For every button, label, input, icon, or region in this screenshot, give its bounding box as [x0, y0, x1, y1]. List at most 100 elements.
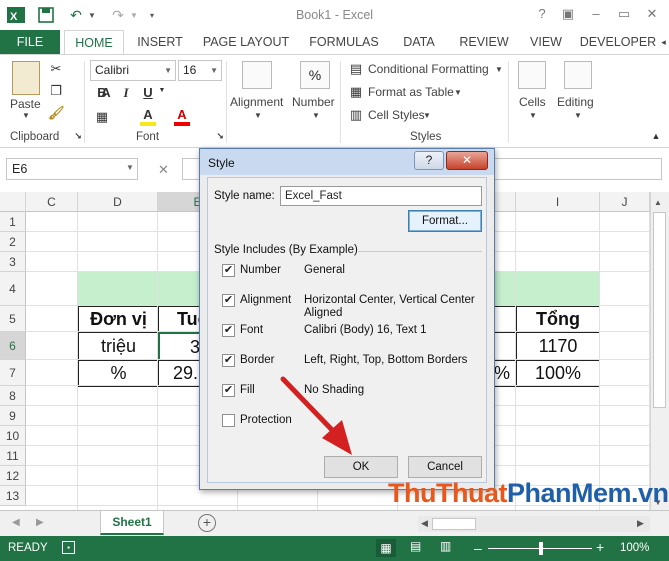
format-button[interactable]: Format...	[408, 210, 482, 232]
checkbox-label-number[interactable]: Number	[240, 264, 281, 276]
minimize-button[interactable]: –	[584, 4, 608, 24]
ribbon-scroll-icon[interactable]: ◂	[658, 30, 669, 54]
tab-home[interactable]: HOME	[64, 30, 124, 55]
checkbox-font[interactable]: ✔	[222, 324, 235, 337]
checkbox-number[interactable]: ✔	[222, 264, 235, 277]
paste-button[interactable]: Paste	[10, 97, 41, 111]
checkbox-label-border[interactable]: Border	[240, 354, 275, 366]
name-box[interactable]: E6	[6, 158, 138, 180]
checkbox-protection[interactable]	[222, 414, 235, 427]
cell-d7[interactable]: %	[78, 360, 159, 387]
formula-cancel-icon[interactable]: ✕	[158, 162, 169, 178]
name-box-dropdown-icon[interactable]: ▼	[126, 163, 134, 172]
cells-button[interactable]: Cells	[519, 95, 546, 109]
zoom-out-button[interactable]: –	[474, 540, 482, 556]
row-header-3[interactable]: 3	[0, 252, 26, 272]
font-color-button[interactable]: A	[174, 107, 190, 126]
row-header-1[interactable]: 1	[0, 212, 26, 232]
cell-i5[interactable]: Tổng	[516, 306, 600, 333]
select-all-corner[interactable]	[0, 192, 26, 212]
conditional-formatting-button[interactable]: Conditional Formatting	[368, 62, 489, 76]
tab-page-layout[interactable]: PAGE LAYOUT	[198, 30, 294, 54]
paste-icon[interactable]	[12, 61, 40, 95]
cancel-button[interactable]: Cancel	[408, 456, 482, 478]
horizontal-scroll-thumb[interactable]	[432, 518, 476, 530]
cell-d6[interactable]: triệu	[78, 332, 159, 361]
editing-dropdown-icon[interactable]: ▼	[574, 111, 582, 120]
tab-view[interactable]: VIEW	[524, 30, 568, 54]
number-dropdown-icon[interactable]: ▼	[312, 111, 320, 120]
bold-icon[interactable]: B	[94, 85, 110, 100]
vertical-scroll-thumb[interactable]	[653, 212, 666, 408]
row-header-5[interactable]: 5	[0, 306, 26, 332]
dialog-close-button[interactable]: ✕	[446, 151, 488, 170]
number-button[interactable]: Number	[292, 95, 335, 109]
font-name-dropdown-icon[interactable]: ▼	[164, 61, 172, 80]
row-header-4[interactable]: 4	[0, 272, 26, 306]
macro-record-icon[interactable]: ▪	[62, 541, 75, 554]
cell-e5[interactable]: Tuổ	[158, 306, 209, 333]
row-header-8[interactable]: 8	[0, 386, 26, 406]
row-header-9[interactable]: 9	[0, 406, 26, 426]
row-header-13[interactable]: 13	[0, 486, 26, 506]
number-icon[interactable]: %	[300, 61, 330, 89]
checkbox-label-font[interactable]: Font	[240, 324, 263, 336]
alignment-dropdown-icon[interactable]: ▼	[254, 111, 262, 120]
row-header-10[interactable]: 10	[0, 426, 26, 446]
format-painter-icon[interactable]: 🖌	[48, 105, 65, 121]
row-header-6[interactable]: 6	[0, 332, 26, 360]
font-size-dropdown-icon[interactable]: ▼	[210, 61, 218, 80]
new-sheet-button[interactable]: +	[198, 514, 216, 532]
italic-button[interactable]: I	[118, 85, 134, 101]
hscroll-left-icon[interactable]: ◀	[421, 518, 428, 529]
tab-file[interactable]: FILE	[0, 30, 60, 54]
borders-icon[interactable]: ▦	[94, 109, 110, 125]
checkbox-alignment[interactable]: ✔	[222, 294, 235, 307]
underline-dropdown-icon[interactable]: ▼	[154, 87, 170, 94]
cell-e7[interactable]: 29.	[158, 360, 200, 387]
column-header-j[interactable]: J	[600, 192, 650, 212]
column-header-c[interactable]: C	[26, 192, 78, 212]
checkbox-label-alignment[interactable]: Alignment	[240, 294, 291, 306]
cell-styles-button[interactable]: Cell Styles	[368, 108, 425, 122]
editing-button[interactable]: Editing	[557, 95, 594, 109]
cell-i6[interactable]: 1170	[516, 332, 600, 361]
cells-dropdown-icon[interactable]: ▼	[529, 111, 537, 120]
cell-i7[interactable]: 100%	[516, 360, 600, 387]
zoom-level[interactable]: 100%	[620, 542, 649, 554]
conditional-formatting-dropdown-icon[interactable]: ▼	[495, 65, 503, 74]
help-button[interactable]: ?	[530, 4, 554, 24]
sheet-scroll-left-icon[interactable]: ◀	[12, 517, 20, 528]
cut-icon[interactable]: ✂	[48, 61, 64, 77]
tab-data[interactable]: DATA	[394, 30, 444, 54]
page-layout-view-icon[interactable]: ▤	[410, 539, 421, 553]
copy-icon[interactable]: ❐	[48, 83, 64, 99]
cell-h7[interactable]: %	[494, 360, 517, 387]
ok-button[interactable]: OK	[324, 456, 398, 478]
paste-dropdown-icon[interactable]: ▼	[22, 111, 30, 120]
sheet-scroll-right-icon[interactable]: ▶	[36, 517, 44, 528]
fill-color-button[interactable]: A	[140, 107, 156, 126]
tab-developer[interactable]: DEVELOPER	[578, 30, 658, 54]
cells-icon[interactable]	[518, 61, 546, 89]
alignment-icon[interactable]	[242, 61, 272, 89]
hscroll-right-icon[interactable]: ▶	[637, 518, 644, 529]
row-header-11[interactable]: 11	[0, 446, 26, 466]
conditional-formatting-icon[interactable]: ▤	[348, 61, 364, 77]
font-name-combo[interactable]: Calibri ▼	[90, 60, 176, 81]
cell-h6[interactable]	[494, 332, 517, 361]
editing-icon[interactable]	[564, 61, 592, 89]
column-header-d[interactable]: D	[78, 192, 158, 212]
checkbox-fill[interactable]: ✔	[222, 384, 235, 397]
dialog-help-button[interactable]: ?	[414, 151, 444, 170]
cell-d5[interactable]: Đơn vị	[78, 306, 159, 333]
sheet-tab-sheet1[interactable]: Sheet1	[100, 511, 164, 535]
cell-styles-dropdown-icon[interactable]: ▼	[423, 111, 431, 120]
tab-review[interactable]: REVIEW	[454, 30, 514, 54]
checkbox-border[interactable]: ✔	[222, 354, 235, 367]
close-button[interactable]: ✕	[640, 4, 664, 24]
scroll-up-icon[interactable]: ▲	[654, 198, 662, 207]
format-as-table-button[interactable]: Format as Table	[368, 85, 454, 99]
tab-insert[interactable]: INSERT	[132, 30, 188, 54]
restore-button[interactable]: ▭	[612, 4, 636, 24]
